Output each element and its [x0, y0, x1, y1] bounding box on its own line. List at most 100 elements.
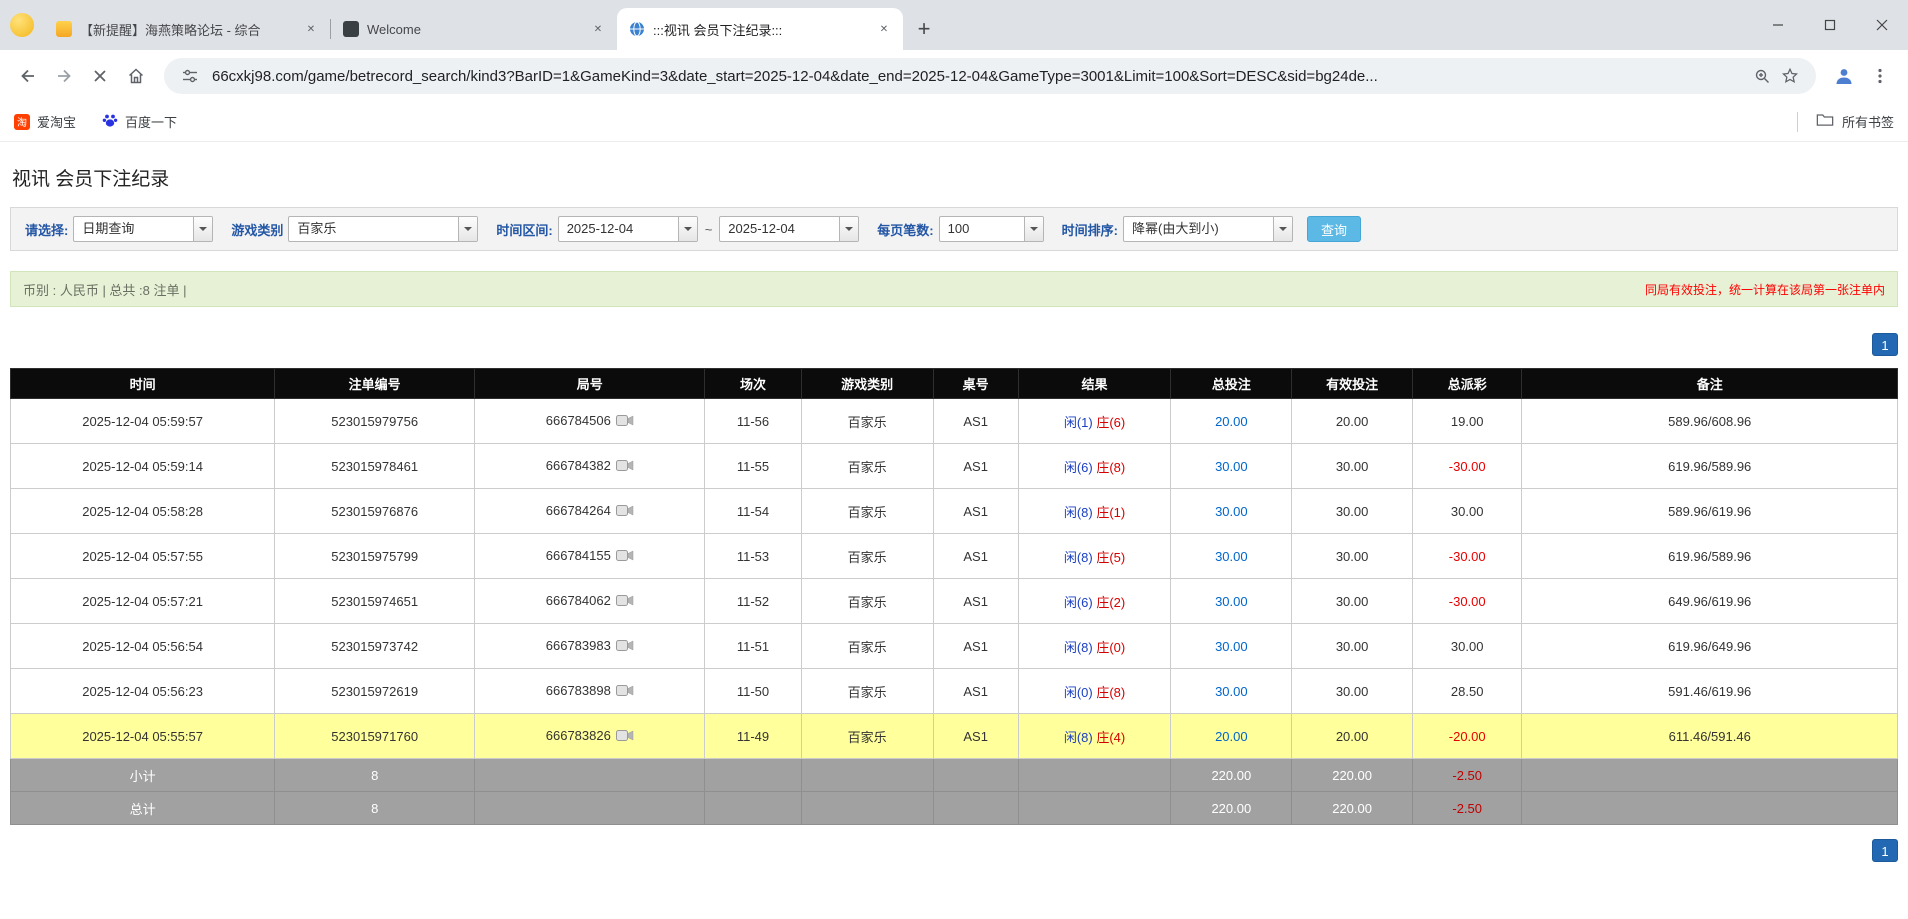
site-info-icon[interactable] — [176, 62, 204, 90]
profile-button[interactable] — [1826, 58, 1862, 94]
all-bookmarks-label: 所有书签 — [1841, 115, 1894, 130]
summary-row: 小计 8 220.00 220.00 -2.50 — [9, 758, 1898, 792]
cell-time: 2025-12-04 05:55:57 — [9, 713, 276, 759]
cell-valid-bet: 30.00 — [1291, 443, 1413, 489]
result-player: 闲(6) — [1063, 594, 1093, 610]
summary-bar: 币别 : 人民币 | 总共 :8 注单 | 同局有效投注，统一计算在该局第一张注… — [10, 271, 1898, 307]
column-header-valid-bet: 有效投注 — [1291, 368, 1413, 399]
maximize-button[interactable] — [1804, 0, 1856, 50]
sort-select[interactable]: 降幂(由大到小) — [1122, 216, 1293, 242]
tab-close-icon[interactable] — [589, 20, 607, 38]
total-bet-link[interactable]: 30.00 — [1215, 594, 1248, 609]
replay-icon[interactable] — [615, 729, 634, 745]
cell-total-bet: 30.00 — [1170, 578, 1293, 624]
forward-button[interactable] — [46, 58, 82, 94]
bookmark-baidu[interactable]: 百度一下 — [102, 112, 177, 131]
total-bet-link[interactable]: 30.00 — [1215, 684, 1248, 699]
browser-toolbar: 66cxkj98.com/game/betrecord_search/kind3… — [0, 50, 1908, 102]
result-banker: 庄(2) — [1096, 594, 1126, 610]
page-button[interactable]: 1 — [1872, 333, 1898, 356]
replay-icon[interactable] — [615, 684, 634, 700]
browser-profile-icon[interactable] — [10, 13, 34, 37]
cell-bet-id: 523015973742 — [274, 623, 476, 669]
replay-icon[interactable] — [615, 594, 634, 610]
cell-payout: -30.00 — [1411, 533, 1523, 579]
bet-records-table: 时间 注单编号 局号 场次 游戏类别 桌号 结果 总投注 有效投注 总派彩 备注… — [9, 368, 1898, 825]
cell-time: 2025-12-04 05:56:54 — [9, 623, 276, 669]
cell-bet-id: 523015975799 — [274, 533, 476, 579]
back-button[interactable] — [10, 58, 46, 94]
tab-bet-records[interactable]: :::视讯 会员下注纪录::: — [617, 8, 903, 50]
chevron-down-icon[interactable] — [1023, 217, 1043, 241]
chevron-down-icon[interactable] — [839, 217, 859, 241]
replay-icon[interactable] — [615, 414, 634, 430]
cell-payout: -30.00 — [1411, 443, 1523, 489]
replay-icon[interactable] — [615, 459, 634, 475]
cell-total-bet: 30.00 — [1170, 623, 1293, 669]
new-tab-button[interactable] — [909, 14, 939, 44]
cell-result: 闲(8) 庄(5) — [1017, 533, 1172, 579]
tab-close-icon[interactable] — [302, 20, 320, 38]
zoom-icon[interactable] — [1748, 62, 1776, 90]
total-bet-link[interactable]: 30.00 — [1215, 639, 1248, 654]
tab-welcome[interactable]: Welcome — [331, 8, 617, 50]
total-bet-link[interactable]: 30.00 — [1215, 504, 1248, 519]
summary-note-text: 同局有效投注，统一计算在该局第一张注单内 — [1644, 282, 1885, 297]
date-start-select[interactable]: 2025-12-04 — [557, 216, 698, 242]
game-category-label: 游戏类别 — [231, 222, 284, 238]
cell-valid-bet: 30.00 — [1291, 578, 1413, 624]
game-category-select[interactable]: 百家乐 — [288, 216, 479, 242]
cell-total-bet: 20.00 — [1170, 713, 1293, 759]
cell-game-type: 百家乐 — [800, 623, 934, 669]
page-button[interactable]: 1 — [1872, 839, 1898, 862]
table-row: 2025-12-04 05:57:55 523015975799 666784155… — [9, 533, 1898, 579]
chevron-down-icon[interactable] — [193, 217, 213, 241]
column-header-result: 结果 — [1017, 368, 1172, 399]
replay-icon[interactable] — [615, 504, 634, 520]
all-bookmarks-button[interactable]: 所有书签 — [1796, 111, 1894, 132]
close-button[interactable] — [1856, 0, 1908, 50]
minimize-button[interactable] — [1752, 0, 1804, 50]
result-banker: 庄(8) — [1096, 459, 1126, 475]
cell-total-bet: 20.00 — [1170, 398, 1293, 444]
page-size-select[interactable]: 100 — [938, 216, 1044, 242]
chevron-down-icon[interactable] — [1272, 217, 1292, 241]
table-row: 2025-12-04 05:59:14 523015978461 666784382… — [9, 443, 1898, 489]
total-bet-link[interactable]: 30.00 — [1215, 459, 1248, 474]
chevron-down-icon[interactable] — [677, 217, 697, 241]
home-button[interactable] — [118, 58, 154, 94]
cell-table-no: AS1 — [932, 533, 1019, 579]
table-row: 2025-12-04 05:56:23 523015972619 666783898… — [9, 668, 1898, 714]
total-bet-link[interactable]: 30.00 — [1215, 549, 1248, 564]
column-header-time: 时间 — [9, 368, 276, 399]
query-type-select[interactable]: 日期查询 — [73, 216, 214, 242]
cell-session: 11-54 — [704, 488, 802, 534]
address-bar[interactable]: 66cxkj98.com/game/betrecord_search/kind3… — [164, 58, 1816, 94]
replay-icon[interactable] — [615, 549, 634, 565]
total-bet-link[interactable]: 20.00 — [1215, 729, 1248, 744]
cell-valid-bet: 30.00 — [1291, 488, 1413, 534]
replay-icon[interactable] — [615, 639, 634, 655]
search-button[interactable]: 查询 — [1306, 216, 1361, 242]
total-bet-link[interactable]: 20.00 — [1215, 414, 1248, 429]
tab-forum[interactable]: 【新提醒】海燕策略论坛 - 综合 — [44, 8, 330, 50]
result-player: 闲(6) — [1063, 459, 1093, 475]
cell-note: 591.46/619.96 — [1521, 668, 1898, 714]
tab-close-icon[interactable] — [875, 20, 893, 38]
stop-button[interactable] — [82, 58, 118, 94]
cell-total-bet: 30.00 — [1170, 668, 1293, 714]
sort-value: 降幂(由大到小) — [1131, 221, 1219, 236]
chevron-down-icon[interactable] — [458, 217, 478, 241]
table-body: 2025-12-04 05:59:57 523015979756 666784506… — [9, 398, 1898, 825]
bookmark-star-icon[interactable] — [1776, 62, 1804, 90]
menu-button[interactable] — [1862, 58, 1898, 94]
summary-count: 8 — [274, 758, 476, 792]
date-end-select[interactable]: 2025-12-04 — [719, 216, 860, 242]
cell-note: 619.96/589.96 — [1521, 443, 1898, 489]
game-category-value: 百家乐 — [297, 221, 337, 236]
bookmark-aitaobao[interactable]: 爱淘宝 — [14, 112, 76, 131]
cell-table-no: AS1 — [932, 578, 1019, 624]
globe-favicon-icon — [629, 21, 645, 37]
cell-session: 11-49 — [704, 713, 802, 759]
url-text: 66cxkj98.com/game/betrecord_search/kind3… — [212, 67, 1378, 85]
